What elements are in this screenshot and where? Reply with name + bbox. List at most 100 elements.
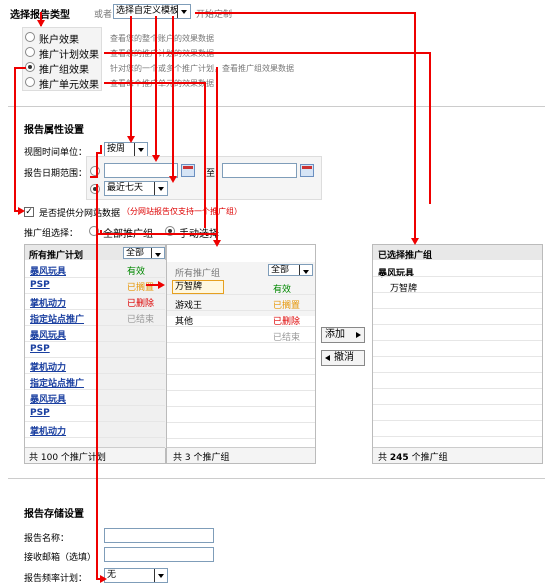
campaign-link[interactable]: PSP xyxy=(30,280,50,290)
calendar-icon[interactable] xyxy=(300,164,314,177)
radio-unit[interactable] xyxy=(25,77,35,87)
radio-campaign[interactable] xyxy=(25,47,35,57)
end-date-input[interactable] xyxy=(222,163,297,178)
annotation-arrow xyxy=(169,176,177,183)
annotation-line xyxy=(96,184,98,580)
divider xyxy=(8,106,545,107)
selected-group-name: 暴风玩具 xyxy=(378,269,415,279)
campaign-link[interactable]: 暴风玩具 xyxy=(30,328,66,341)
row-divider xyxy=(373,404,542,405)
view-unit-select[interactable]: 按周 xyxy=(104,142,148,157)
annotation-arrow xyxy=(213,240,221,247)
annotation-line xyxy=(172,16,174,180)
remove-button-label: 撤消 xyxy=(334,352,354,363)
selected-count-pre: 共 xyxy=(378,453,388,463)
campaign-link[interactable]: 暴风玩具 xyxy=(30,392,66,405)
chevron-down-icon xyxy=(154,569,167,582)
report-attr-title: 报告属性设置 xyxy=(24,125,84,136)
campaign-status: 已结束 xyxy=(127,315,155,325)
row-divider xyxy=(167,374,315,375)
selected-count-post: 个推广组 xyxy=(411,453,448,463)
annotation-line xyxy=(155,16,157,160)
row-divider xyxy=(373,308,542,309)
adgroup-filter-value: 全部 xyxy=(271,265,290,275)
template-select[interactable]: 选择自定义模板 xyxy=(113,4,191,19)
subsite-label: 是否提供分网站数据 xyxy=(39,209,121,219)
campaign-link[interactable]: PSP xyxy=(30,408,50,418)
campaign-link[interactable]: PSP xyxy=(30,344,50,354)
campaign-status: 有效 xyxy=(127,267,146,277)
date-range-label: 报告日期范围： xyxy=(24,169,88,179)
annotation-arrow xyxy=(37,20,45,27)
email-input[interactable] xyxy=(104,547,214,562)
preset-date-value: 最近七天 xyxy=(107,183,144,193)
group-select-label: 推广组选择： xyxy=(24,229,79,239)
chevron-down-icon xyxy=(134,143,147,156)
row-divider xyxy=(167,406,315,407)
annotation-line xyxy=(100,230,102,234)
remove-button[interactable]: 撤消 xyxy=(321,350,365,366)
calendar-icon[interactable] xyxy=(181,164,195,177)
campaign-link[interactable]: 掌机动力 xyxy=(30,424,66,437)
arrow-right-icon xyxy=(356,332,361,338)
annotation-arrow xyxy=(158,281,165,289)
row-divider xyxy=(25,325,165,326)
annotation-arrow xyxy=(18,207,25,215)
adgroup-panel-title: 所有推广组 xyxy=(175,269,221,279)
campaign-link[interactable]: 暴风玩具 xyxy=(30,264,66,277)
row-divider xyxy=(373,276,542,277)
frequency-value: 无 xyxy=(107,570,117,580)
chevron-down-icon xyxy=(151,248,164,258)
campaign-link[interactable]: 指定站点推广 xyxy=(30,376,84,389)
row-divider xyxy=(25,421,165,422)
campaign-status: 已删除 xyxy=(127,299,155,309)
row-divider xyxy=(373,340,542,341)
chevron-down-icon xyxy=(177,5,190,18)
annotation-arrow xyxy=(152,155,160,162)
subsite-checkbox[interactable]: ✓ xyxy=(24,207,34,217)
row-divider xyxy=(25,293,165,294)
radio-custom-date[interactable] xyxy=(90,166,100,176)
annotation-line xyxy=(90,176,98,178)
campaign-link[interactable]: 掌机动力 xyxy=(30,360,66,373)
frequency-label: 报告频率计划： xyxy=(24,574,88,584)
annotation-line xyxy=(14,67,26,69)
start-date-input[interactable] xyxy=(104,163,178,178)
row-divider xyxy=(167,422,315,423)
annotation-line xyxy=(204,82,206,228)
annotation-line xyxy=(100,145,102,153)
row-divider xyxy=(25,373,165,374)
annotation-line xyxy=(14,67,16,211)
add-button-label: 添加 xyxy=(325,329,345,340)
selected-count-number: 245 xyxy=(389,453,409,463)
radio-account[interactable] xyxy=(25,32,35,42)
email-label: 接收邮箱（选填） xyxy=(24,553,97,563)
row-divider xyxy=(25,405,165,406)
radio-adgroup[interactable] xyxy=(25,62,35,72)
row-divider xyxy=(373,324,542,325)
annotation-line xyxy=(130,16,132,141)
frequency-select[interactable]: 无 xyxy=(104,568,168,583)
campaign-link[interactable]: 指定站点推广 xyxy=(30,312,84,325)
adgroup-item[interactable]: 万智牌 xyxy=(172,280,224,294)
preset-date-select[interactable]: 最近七天 xyxy=(104,181,168,196)
or-text: 或者 xyxy=(94,10,113,20)
row-divider xyxy=(25,389,165,390)
row-divider xyxy=(373,436,542,437)
row-divider xyxy=(167,342,315,343)
add-button[interactable]: 添加 xyxy=(321,327,365,343)
report-name-input[interactable] xyxy=(104,528,214,543)
campaign-filter-value: 全部 xyxy=(126,248,145,258)
chevron-down-icon xyxy=(154,182,167,195)
annotation-line xyxy=(216,67,218,227)
row-divider xyxy=(167,358,315,359)
adgroup-filter-select[interactable]: 全部 xyxy=(268,264,313,276)
campaign-link[interactable]: 掌机动力 xyxy=(30,296,66,309)
campaign-filter-select[interactable]: 全部 xyxy=(123,247,165,259)
radio-preset-date[interactable] xyxy=(90,184,100,194)
selected-count: 共 245 个推广组 xyxy=(378,450,448,463)
row-divider xyxy=(373,420,542,421)
campaign-panel-title: 所有推广计划 xyxy=(29,251,84,261)
campaign-status: 已搁置 xyxy=(127,283,155,293)
annotation-line xyxy=(195,12,415,14)
